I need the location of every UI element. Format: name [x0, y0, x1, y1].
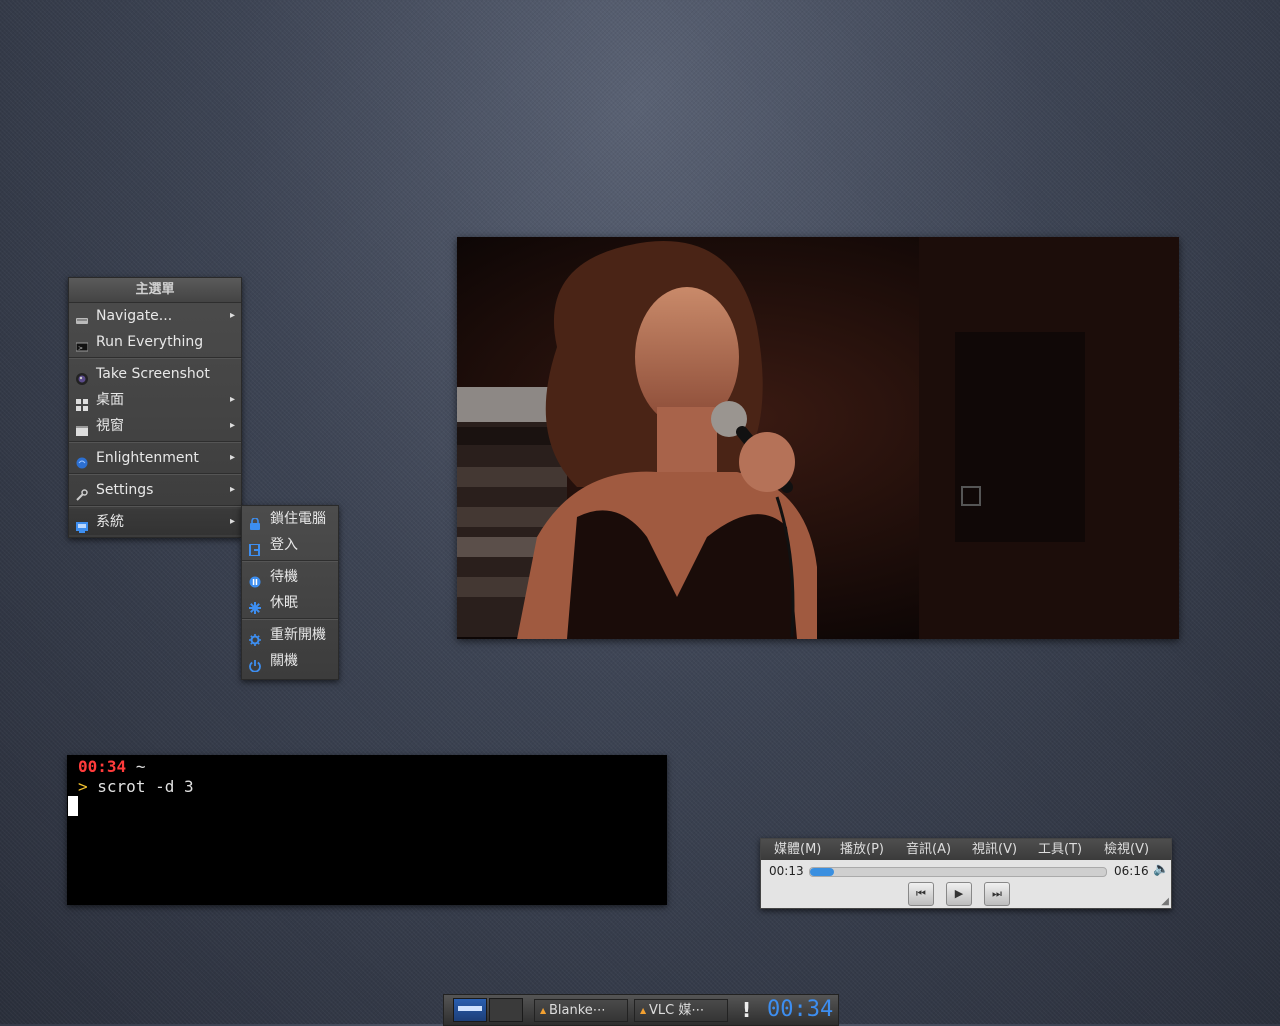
vlc-elapsed-time: 00:13	[769, 864, 804, 878]
resize-grip-icon[interactable]: ◢	[1161, 896, 1169, 907]
menu-item-run-everything[interactable]: > Run Everything	[69, 329, 241, 355]
vlc-seek-bar[interactable]	[809, 867, 1107, 877]
chevron-right-icon: ▸	[229, 420, 235, 431]
pager-desk-2[interactable]	[489, 998, 523, 1022]
menu-item-label: 鎖住電腦	[270, 511, 326, 527]
hibernate-icon	[249, 597, 261, 614]
skip-forward-icon: ⏭	[992, 887, 1002, 900]
vlc-menubar: 媒體(M) 播放(P) 音訊(A) 視訊(V) 工具(T) 檢視(V)	[761, 839, 1171, 860]
chevron-right-icon: ▸	[229, 484, 235, 495]
vlc-menu-tools[interactable]: 工具(T)	[1025, 839, 1091, 860]
suspend-icon	[249, 571, 261, 588]
terminal-prompt-symbol: >	[78, 777, 88, 796]
menu-item-take-screenshot[interactable]: Take Screenshot	[69, 361, 241, 387]
logout-icon	[249, 539, 261, 557]
menu-item-label: Enlightenment	[96, 450, 199, 466]
taskbar-item-vlc[interactable]: ▲ VLC 媒⋯	[634, 999, 728, 1022]
main-menu-title: 主選單	[69, 278, 241, 303]
menu-item-enlightenment[interactable]: Enlightenment ▸	[69, 445, 241, 471]
vlc-menu-media[interactable]: 媒體(M)	[761, 839, 827, 860]
app-icon: ▲	[540, 1006, 547, 1015]
wrench-icon	[76, 484, 88, 501]
menu-item-label: 休眠	[270, 595, 298, 611]
menu-separator	[242, 560, 338, 562]
vlc-duration: 06:16	[1114, 864, 1149, 878]
terminal-icon: >	[75, 336, 89, 352]
system-submenu: 鎖住電腦 登入 待機 休眠 重新開機 關機	[241, 505, 339, 680]
menu-item-suspend[interactable]: 待機	[242, 564, 338, 590]
main-menu: 主選單 Navigate... ▸ > Run Everything Take …	[68, 277, 242, 538]
vlc-next-button[interactable]: ⏭	[984, 882, 1010, 906]
terminal-prompt-time: 00:34	[78, 757, 127, 776]
terminal-cursor	[68, 796, 78, 816]
menu-item-label: Navigate...	[96, 308, 173, 324]
menu-item-shutdown[interactable]: 關機	[242, 648, 338, 674]
menu-separator	[69, 441, 241, 443]
pager-window-preview	[458, 1006, 482, 1011]
menu-item-label: 系統	[96, 514, 124, 530]
menu-separator	[69, 357, 241, 359]
menu-separator	[69, 473, 241, 475]
menu-item-logout[interactable]: 登入	[242, 532, 338, 558]
chevron-right-icon: ▸	[229, 516, 235, 527]
taskbar-item-terminal[interactable]: ▲ Blanke⋯	[534, 999, 628, 1022]
vlc-previous-button[interactable]: ⏮	[908, 882, 934, 906]
pager-desk-1[interactable]	[453, 998, 487, 1022]
menu-item-label: 重新開機	[270, 627, 326, 643]
vlc-play-button[interactable]: ▶	[946, 882, 972, 906]
terminal-window[interactable]: 00:34 ~ > scrot -d 3	[67, 755, 667, 905]
taskbar-clock[interactable]: 00:34	[767, 995, 833, 1025]
exclamation-icon[interactable]: !	[742, 998, 751, 1022]
menu-item-navigate[interactable]: Navigate... ▸	[69, 303, 241, 329]
chevron-right-icon: ▸	[229, 394, 235, 405]
menu-separator	[242, 618, 338, 620]
volume-icon[interactable]: 🔈	[1153, 862, 1169, 877]
menu-item-label: Take Screenshot	[96, 366, 210, 382]
menu-item-label: 待機	[270, 569, 298, 585]
vlc-seek-progress	[810, 868, 834, 876]
menu-item-hibernate[interactable]: 休眠	[242, 590, 338, 616]
menu-item-windows[interactable]: 視窗 ▸	[69, 413, 241, 439]
terminal-command: scrot -d 3	[97, 777, 194, 796]
system-icon	[76, 516, 88, 533]
power-icon	[249, 655, 261, 673]
menu-item-label: 桌面	[96, 392, 124, 408]
vlc-menu-video[interactable]: 視訊(V)	[959, 839, 1025, 860]
menu-item-settings[interactable]: Settings ▸	[69, 477, 241, 503]
taskbar-item-label: VLC 媒⋯	[649, 1003, 705, 1018]
terminal-prompt-cwd: ~	[135, 757, 146, 776]
vlc-menu-audio[interactable]: 音訊(A)	[893, 839, 959, 860]
vlc-cone-icon: ▲	[640, 1006, 647, 1015]
play-icon: ▶	[954, 887, 964, 900]
camera-icon	[76, 368, 88, 385]
taskbar-item-label: Blanke⋯	[549, 1003, 606, 1018]
svg-text:>: >	[78, 345, 83, 352]
menu-item-label: 視窗	[96, 418, 124, 434]
menu-item-lock[interactable]: 鎖住電腦	[242, 506, 338, 532]
lock-icon	[249, 513, 261, 530]
menu-item-desktop[interactable]: 桌面 ▸	[69, 387, 241, 413]
video-frame	[457, 237, 1179, 639]
video-frame-image	[457, 237, 1179, 639]
vlc-menu-view[interactable]: 檢視(V)	[1091, 839, 1157, 860]
menu-item-system[interactable]: 系統 ▸	[69, 509, 241, 535]
chevron-right-icon: ▸	[229, 310, 235, 321]
enlightenment-icon	[76, 452, 88, 469]
vlc-window: 媒體(M) 播放(P) 音訊(A) 視訊(V) 工具(T) 檢視(V) 00:1…	[760, 838, 1172, 909]
reboot-icon	[249, 629, 261, 646]
skip-back-icon: ⏮	[916, 887, 926, 900]
menu-item-label: 登入	[270, 537, 298, 553]
menu-item-label: 關機	[270, 653, 298, 669]
menu-item-reboot[interactable]: 重新開機	[242, 622, 338, 648]
vlc-menu-playback[interactable]: 播放(P)	[827, 839, 893, 860]
desktop-icon	[76, 394, 88, 411]
menu-separator	[69, 505, 241, 507]
drive-icon	[76, 310, 88, 324]
menu-item-label: Run Everything	[96, 334, 204, 350]
window-icon	[76, 420, 88, 436]
menu-item-label: Settings	[96, 482, 154, 498]
taskbar: ▲ Blanke⋯ ▲ VLC 媒⋯ ! 00:34	[443, 994, 839, 1026]
chevron-right-icon: ▸	[229, 452, 235, 463]
